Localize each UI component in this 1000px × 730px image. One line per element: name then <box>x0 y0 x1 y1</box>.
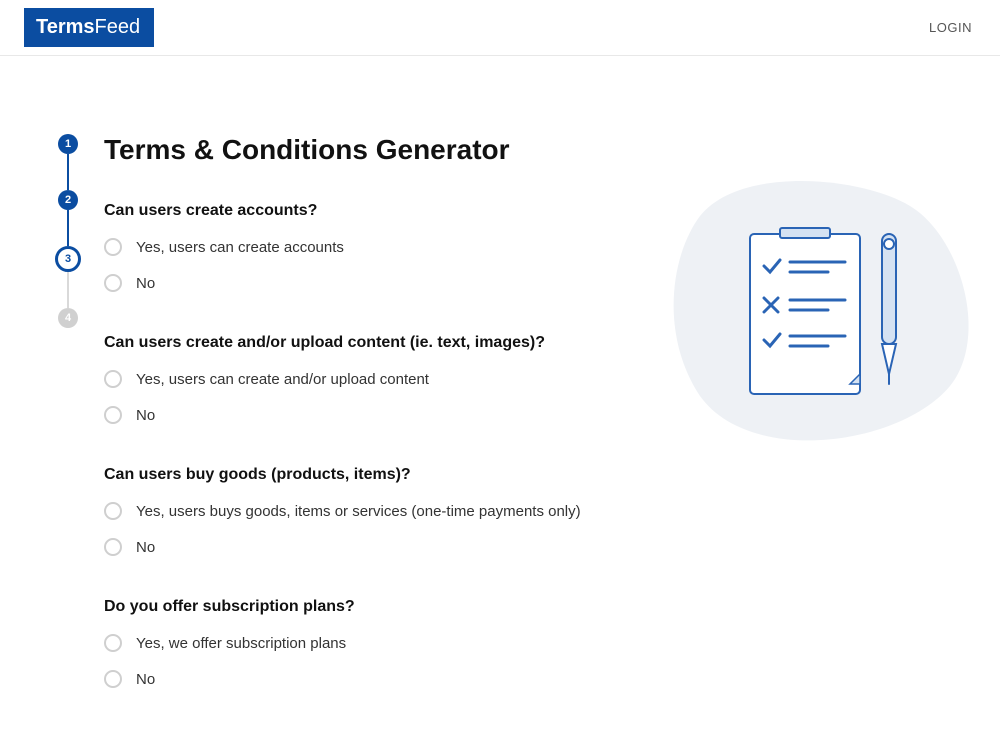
logo-prefix: Terms <box>36 16 95 39</box>
question-title: Can users create and/or upload content (… <box>104 334 664 352</box>
radio-icon <box>104 502 122 520</box>
logo[interactable]: TermsFeed <box>24 8 154 47</box>
step-connector <box>67 272 69 308</box>
question-goods: Can users buy goods (products, items)? Y… <box>104 466 664 556</box>
option-subscriptions-yes[interactable]: Yes, we offer subscription plans <box>104 634 664 652</box>
page-title: Terms & Conditions Generator <box>104 134 664 166</box>
main-form: Terms & Conditions Generator Can users c… <box>104 134 664 730</box>
radio-icon <box>104 670 122 688</box>
option-goods-yes[interactable]: Yes, users buys goods, items or services… <box>104 502 664 520</box>
question-title: Can users buy goods (products, items)? <box>104 466 664 484</box>
option-label: Yes, users can create and/or upload cont… <box>136 371 429 388</box>
illustration <box>660 176 980 456</box>
option-accounts-yes[interactable]: Yes, users can create accounts <box>104 238 664 256</box>
option-label: Yes, users buys goods, items or services… <box>136 503 581 520</box>
option-label: No <box>136 671 155 688</box>
radio-icon <box>104 238 122 256</box>
step-4: 4 <box>58 308 78 328</box>
radio-icon <box>104 538 122 556</box>
question-subscriptions: Do you offer subscription plans? Yes, we… <box>104 598 664 688</box>
step-2[interactable]: 2 <box>58 190 78 210</box>
question-accounts: Can users create accounts? Yes, users ca… <box>104 202 664 292</box>
option-label: No <box>136 539 155 556</box>
option-label: No <box>136 407 155 424</box>
radio-icon <box>104 406 122 424</box>
option-content-no[interactable]: No <box>104 406 664 424</box>
question-title: Can users create accounts? <box>104 202 664 220</box>
option-content-yes[interactable]: Yes, users can create and/or upload cont… <box>104 370 664 388</box>
step-connector <box>67 154 69 190</box>
option-accounts-no[interactable]: No <box>104 274 664 292</box>
radio-icon <box>104 634 122 652</box>
option-goods-no[interactable]: No <box>104 538 664 556</box>
radio-icon <box>104 370 122 388</box>
radio-icon <box>104 274 122 292</box>
stepper: 1 2 3 4 <box>32 134 104 730</box>
question-content: Can users create and/or upload content (… <box>104 334 664 424</box>
header: TermsFeed LOGIN <box>0 0 1000 56</box>
option-label: No <box>136 275 155 292</box>
step-connector <box>67 210 69 246</box>
step-3[interactable]: 3 <box>55 246 81 272</box>
option-label: Yes, users can create accounts <box>136 239 344 256</box>
question-title: Do you offer subscription plans? <box>104 598 664 616</box>
step-1[interactable]: 1 <box>58 134 78 154</box>
option-subscriptions-no[interactable]: No <box>104 670 664 688</box>
login-link[interactable]: LOGIN <box>929 20 972 35</box>
content: 1 2 3 4 Terms & Conditions Generator Can… <box>0 56 1000 730</box>
logo-suffix: Feed <box>95 16 141 39</box>
checklist-illustration-icon <box>660 176 980 456</box>
option-label: Yes, we offer subscription plans <box>136 635 346 652</box>
